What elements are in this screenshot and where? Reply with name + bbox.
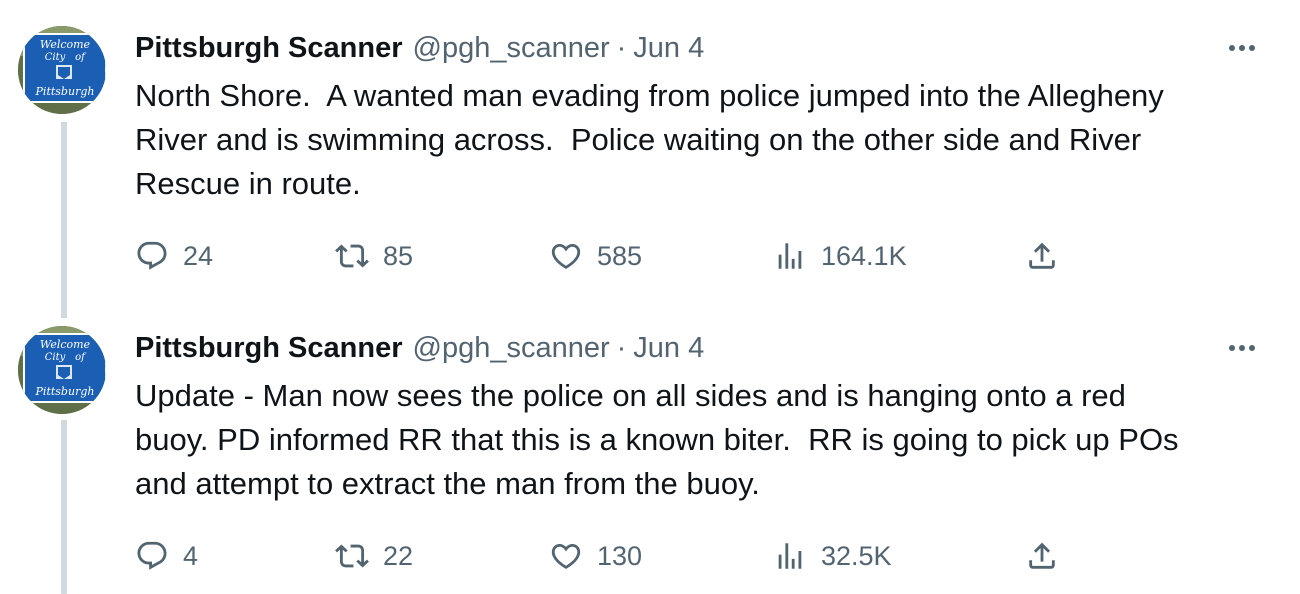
like-count: 130 — [597, 540, 643, 571]
repost-icon — [335, 244, 369, 268]
repost-count: 85 — [383, 240, 414, 271]
separator-dot: · — [616, 31, 627, 64]
user-handle[interactable]: @pgh_scanner — [413, 332, 610, 365]
views-count: 164.1K — [821, 240, 907, 271]
share-icon — [1029, 242, 1055, 269]
tweet-date[interactable]: Jun 4 — [633, 32, 704, 65]
reply-button[interactable]: 24 — [135, 236, 213, 276]
tweet-actions: 24 85 585 164.1K — [135, 236, 1075, 276]
repost-icon — [335, 544, 369, 568]
views-button[interactable]: 164.1K — [773, 236, 907, 276]
more-button[interactable] — [1224, 30, 1260, 66]
tweet[interactable]: Welcome City of Pittsburgh Pittsburgh Sc… — [0, 300, 1300, 594]
views-icon — [778, 543, 802, 569]
reply-icon — [137, 541, 167, 570]
user-handle[interactable]: @pgh_scanner — [413, 32, 610, 65]
views-button[interactable]: 32.5K — [773, 536, 892, 576]
tweet-header: Pittsburgh Scanner @pgh_scanner · Jun 4 — [135, 28, 1260, 68]
tweet-actions: 4 22 130 32.5K — [135, 536, 1075, 576]
tweet[interactable]: Welcome City of Pittsburgh Pittsburgh Sc… — [0, 0, 1300, 300]
svg-text:City: City — [45, 352, 66, 363]
more-icon — [1229, 45, 1255, 51]
avatar[interactable]: Welcome City of Pittsburgh — [18, 326, 106, 414]
share-button[interactable] — [1025, 536, 1059, 576]
avatar-image: Welcome City of Pittsburgh — [18, 326, 106, 414]
svg-text:Welcome: Welcome — [40, 338, 91, 351]
tweet-text: North Shore. A wanted man evading from p… — [135, 78, 1164, 201]
reply-count: 4 — [183, 540, 199, 571]
svg-text:Welcome: Welcome — [40, 38, 91, 51]
avatar-image: Welcome City of Pittsburgh — [18, 26, 106, 114]
share-button[interactable] — [1025, 236, 1059, 276]
reply-icon — [137, 241, 167, 270]
more-button[interactable] — [1224, 330, 1260, 366]
like-count: 585 — [597, 240, 643, 271]
separator-dot: · — [616, 331, 627, 364]
svg-text:Pittsburgh: Pittsburgh — [35, 85, 95, 98]
repost-button[interactable]: 22 — [335, 536, 413, 576]
share-icon — [1029, 542, 1055, 569]
tweet-text: Update - Man now sees the police on all … — [135, 378, 1179, 501]
svg-text:Pittsburgh: Pittsburgh — [35, 385, 95, 398]
heart-icon — [551, 243, 581, 269]
views-count: 32.5K — [821, 540, 892, 571]
more-icon — [1229, 345, 1255, 351]
like-button[interactable]: 585 — [549, 236, 642, 276]
repost-count: 22 — [383, 540, 414, 571]
like-button[interactable]: 130 — [549, 536, 642, 576]
display-name[interactable]: Pittsburgh Scanner — [135, 32, 403, 65]
avatar[interactable]: Welcome City of Pittsburgh — [18, 26, 106, 114]
reply-count: 24 — [183, 240, 214, 271]
reply-button[interactable]: 4 — [135, 536, 198, 576]
display-name[interactable]: Pittsburgh Scanner — [135, 332, 403, 365]
svg-text:City: City — [45, 52, 66, 63]
views-icon — [778, 243, 802, 269]
tweet-date[interactable]: Jun 4 — [633, 332, 704, 365]
repost-button[interactable]: 85 — [335, 236, 413, 276]
tweet-header: Pittsburgh Scanner @pgh_scanner · Jun 4 — [135, 328, 1260, 368]
heart-icon — [551, 543, 581, 569]
